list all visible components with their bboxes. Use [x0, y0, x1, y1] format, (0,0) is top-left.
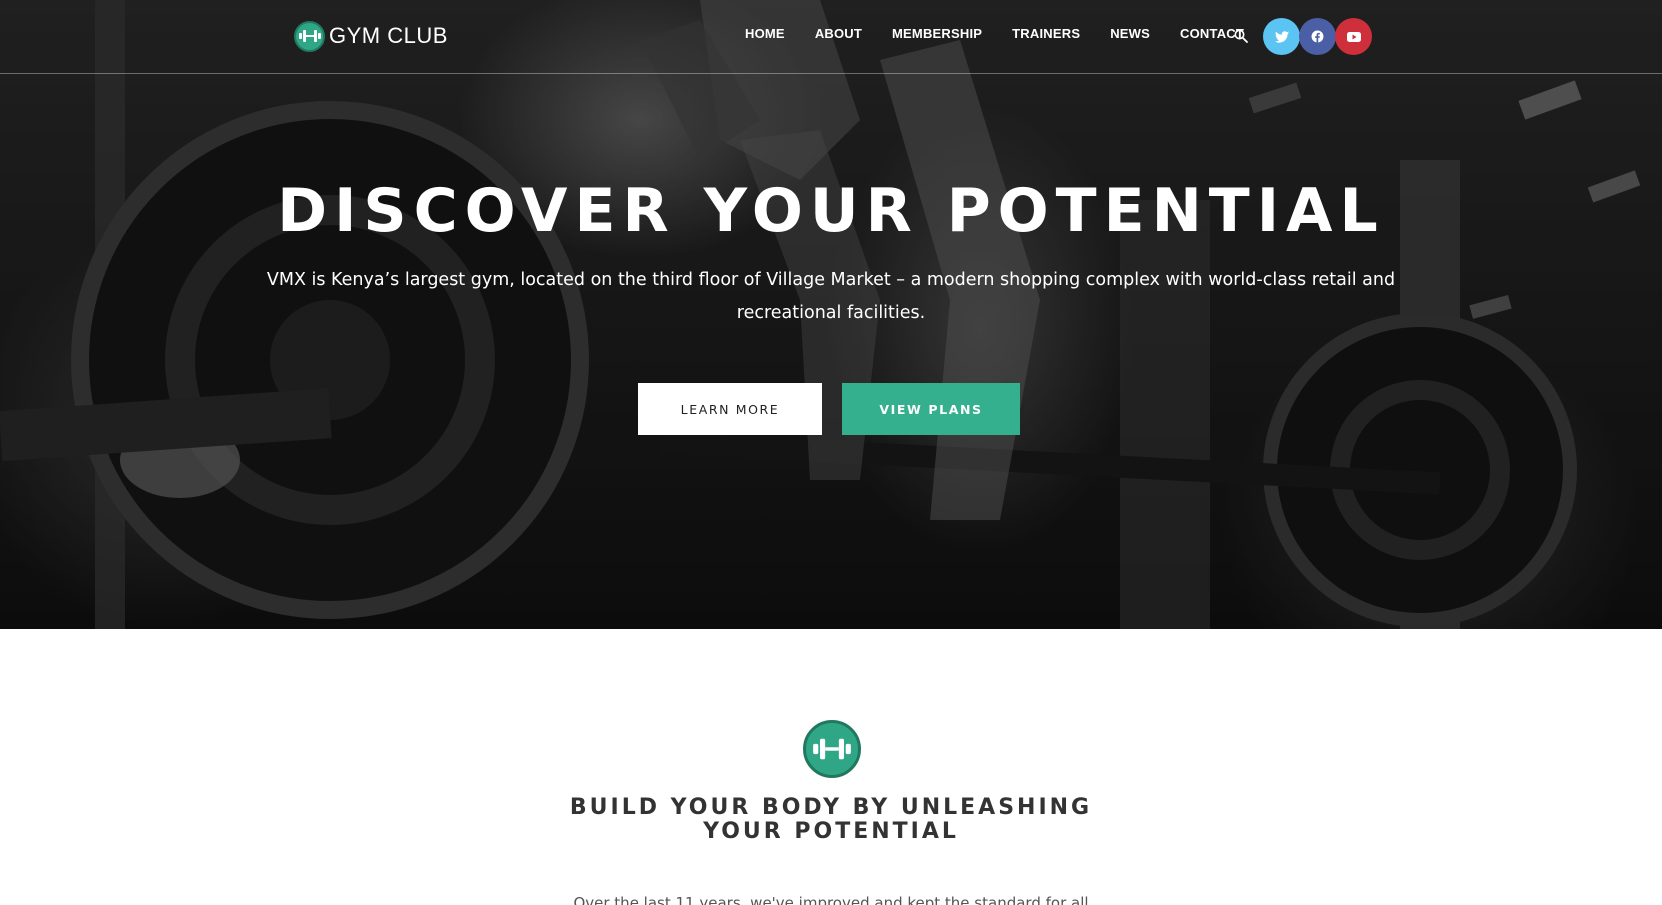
learn-more-button[interactable]: LEARN MORE [638, 383, 822, 435]
view-plans-button[interactable]: VIEW PLANS [842, 383, 1020, 435]
site-logo[interactable]: GYM CLUB [294, 20, 448, 52]
section-text: Over the last 11 years, we've improved a… [573, 894, 1089, 905]
hero-subtitle: VMX is Kenya’s largest gym, located on t… [266, 270, 1396, 323]
search-icon[interactable] [1234, 28, 1248, 47]
site-header: GYM CLUB HOME ABOUT MEMBERSHIP TRAINERS … [0, 0, 1662, 74]
dumbbell-icon [294, 20, 325, 52]
twitter-icon[interactable] [1263, 18, 1300, 55]
nav-item-membership[interactable]: MEMBERSHIP [892, 26, 982, 41]
nav-item-news[interactable]: NEWS [1110, 26, 1150, 41]
social-links [1263, 18, 1372, 55]
hero-title: DISCOVER YOUR POTENTIAL [277, 176, 1385, 246]
facebook-icon[interactable] [1299, 18, 1336, 55]
nav-item-about[interactable]: ABOUT [815, 26, 862, 41]
youtube-icon[interactable] [1335, 18, 1372, 55]
main-nav: HOME ABOUT MEMBERSHIP TRAINERS NEWS CONT… [745, 26, 1274, 41]
dumbbell-icon [803, 720, 861, 778]
nav-item-trainers[interactable]: TRAINERS [1012, 26, 1080, 41]
brand-name: GYM CLUB [329, 23, 448, 48]
hero-section: GYM CLUB HOME ABOUT MEMBERSHIP TRAINERS … [0, 0, 1662, 629]
section-title: BUILD YOUR BODY BY UNLEASHING YOUR POTEN… [569, 795, 1093, 844]
nav-item-home[interactable]: HOME [745, 26, 785, 41]
